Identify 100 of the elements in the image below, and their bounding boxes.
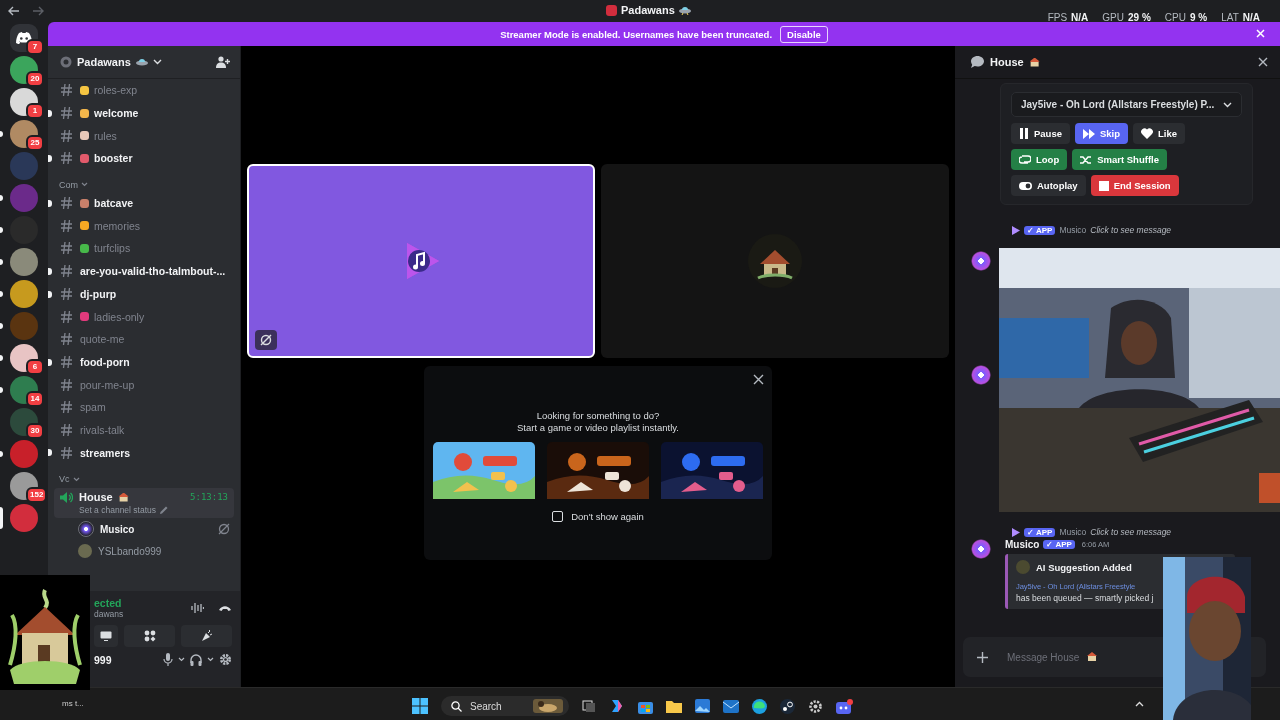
windows-start-icon[interactable]: [412, 698, 428, 715]
banner-text: Streamer Mode is enabled. Usernames have been truncated.: [500, 28, 773, 40]
connection-status: ected: [94, 597, 123, 610]
player-button[interactable]: Autoplay: [1011, 175, 1086, 196]
add-member-icon[interactable]: [216, 56, 230, 68]
photos-icon[interactable]: [695, 699, 710, 714]
forward-arrow-icon[interactable]: [32, 6, 44, 16]
stat-label: CPU: [1164, 11, 1186, 23]
hang-up-icon[interactable]: [218, 604, 232, 613]
category-label[interactable]: Com: [59, 179, 78, 190]
member-name[interactable]: Musico: [100, 523, 135, 535]
chat-bubble-icon: [971, 56, 984, 68]
close-icon[interactable]: [1258, 57, 1268, 67]
shuffle-icon: [1080, 154, 1093, 165]
channel-name[interactable]: food-porn: [80, 355, 130, 368]
task-view-icon[interactable]: [582, 699, 596, 714]
checkbox[interactable]: [552, 511, 564, 522]
player-button[interactable]: Loop: [1011, 149, 1068, 170]
sound-wave-icon[interactable]: [191, 602, 204, 615]
member-name[interactable]: YSLbando999: [98, 545, 162, 557]
back-arrow-icon[interactable]: [8, 6, 20, 16]
channel-name[interactable]: ladies-only: [94, 310, 145, 323]
chevron-down-icon[interactable]: [207, 657, 214, 663]
app-icon: [1011, 225, 1020, 235]
edge-browser-icon[interactable]: [752, 698, 767, 714]
house-emoji-icon: [118, 492, 129, 502]
voice-channel[interactable]: House 5:13:13 Set a channel status: [54, 488, 234, 518]
track-dropdown[interactable]: Jay5ive - Oh Lord (Allstars Freestyle) P...: [1011, 92, 1242, 117]
mail-icon[interactable]: [723, 699, 739, 713]
activities-button[interactable]: [124, 625, 175, 648]
gear-icon[interactable]: [808, 698, 823, 714]
channel-name[interactable]: dj-purp: [80, 287, 117, 300]
app-icon: [1011, 527, 1020, 537]
message-author[interactable]: Musico: [1005, 539, 1040, 550]
player-button[interactable]: Pause: [1011, 123, 1070, 144]
channel-name[interactable]: batcave: [94, 197, 134, 210]
avatar-icon: [1016, 560, 1030, 574]
disable-button[interactable]: Disable: [780, 25, 828, 43]
hash-icon: [61, 333, 72, 346]
channel-name[interactable]: rivals-talk: [80, 423, 125, 436]
soundboard-button[interactable]: [181, 625, 232, 648]
copilot-icon[interactable]: [609, 698, 625, 715]
folder-icon[interactable]: [666, 699, 682, 714]
hash-icon: [61, 401, 72, 414]
channel-name[interactable]: pour-me-up: [80, 378, 135, 391]
screen-share-button[interactable]: [94, 625, 118, 648]
channel-name[interactable]: rules: [94, 129, 117, 142]
stream-off-icon[interactable]: [255, 330, 277, 350]
chat-title: House: [990, 56, 1024, 68]
player-button[interactable]: Like: [1133, 123, 1186, 144]
player-button[interactable]: Smart Shuffle: [1072, 149, 1167, 170]
channel-name[interactable]: spam: [80, 401, 106, 414]
checkbox-label[interactable]: Don't show again: [571, 511, 644, 522]
server-icon[interactable]: [10, 120, 38, 148]
server-icon[interactable]: [10, 408, 38, 436]
shapes-icon: [143, 630, 156, 643]
category-label[interactable]: Vc: [59, 474, 70, 484]
mention-badge: 7: [26, 39, 44, 55]
server-icon[interactable]: [10, 280, 38, 308]
app-badge: ✓ APP: [1024, 527, 1056, 537]
mention-badge: 14: [26, 391, 44, 407]
reply-preview[interactable]: Click to see message: [1090, 527, 1172, 537]
server-name[interactable]: Padawans: [77, 56, 131, 68]
mention-badge: 152: [26, 487, 48, 503]
headphones-icon[interactable]: [190, 653, 202, 666]
mention-badge: 6: [26, 359, 44, 375]
channel-name[interactable]: quote-me: [80, 333, 125, 346]
discord-taskbar-icon[interactable]: [836, 698, 853, 714]
plus-icon[interactable]: [977, 652, 988, 664]
channel-name[interactable]: welcome: [94, 107, 139, 120]
reply-preview[interactable]: Click to see message: [1090, 225, 1172, 235]
video-tile[interactable]: [601, 164, 949, 358]
reply-author[interactable]: Musico: [1059, 527, 1087, 537]
channel-status[interactable]: Set a channel status: [79, 505, 157, 515]
settings-icon[interactable]: [219, 653, 232, 667]
reply-author[interactable]: Musico: [1059, 225, 1087, 235]
stop-icon: [1098, 180, 1109, 191]
microphone-icon[interactable]: [163, 653, 173, 667]
steam-icon[interactable]: [780, 698, 795, 714]
player-button[interactable]: Skip: [1075, 123, 1129, 144]
taskbar-search-field[interactable]: Search: [441, 696, 569, 717]
stat-label: FPS: [1047, 11, 1068, 23]
channel-name[interactable]: turfclips: [94, 242, 131, 255]
channel-name[interactable]: are-you-valid-tho-talmbout-...: [80, 265, 226, 278]
voice-channel-name: House: [79, 491, 113, 503]
chevron-up-icon[interactable]: [1135, 701, 1144, 708]
close-icon[interactable]: [753, 374, 764, 385]
channel-name[interactable]: memories: [94, 219, 141, 232]
stat-value: 29 %: [1128, 11, 1151, 23]
channel-name[interactable]: roles-exp: [94, 84, 138, 97]
channel-name[interactable]: streamers: [80, 446, 131, 459]
server-icon[interactable]: [10, 56, 38, 84]
video-tile[interactable]: [247, 164, 595, 358]
chevron-down-icon[interactable]: [178, 657, 185, 663]
loop-icon: [1019, 155, 1031, 164]
notification-text: ms t...: [62, 699, 84, 709]
avatar-icon: [78, 521, 94, 537]
player-button[interactable]: End Session: [1090, 175, 1179, 196]
channel-name[interactable]: booster: [94, 152, 133, 165]
hash-icon: [61, 197, 72, 210]
